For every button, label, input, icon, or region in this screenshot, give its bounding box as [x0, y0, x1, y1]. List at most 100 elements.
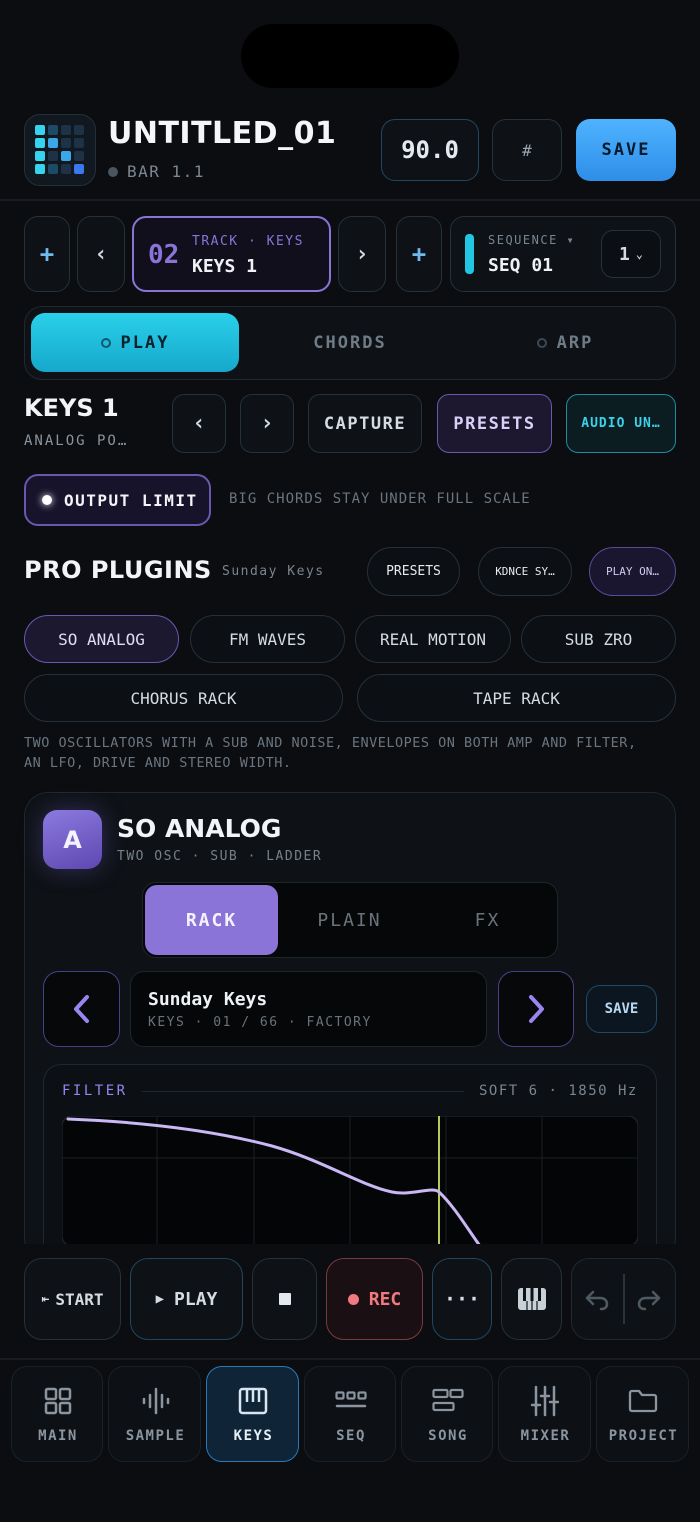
play-dot-icon — [100, 337, 111, 348]
nav-keys-label: KEYS — [233, 1428, 274, 1444]
nav-song-label: SONG — [428, 1428, 468, 1444]
synth-avatar: A — [43, 810, 102, 869]
preset-save-button[interactable]: SAVE — [586, 985, 657, 1033]
redo-icon[interactable] — [636, 1286, 662, 1312]
sequence-name: SEQ 01 — [488, 255, 554, 276]
tab-arp-label: ARP — [556, 332, 594, 353]
tab-rack[interactable]: RACK — [145, 885, 278, 955]
track-number: 02 — [148, 240, 180, 270]
kdnce-chip[interactable]: KDNCE SY… — [478, 547, 572, 596]
capture-button[interactable]: CAPTURE — [308, 394, 422, 453]
waveform-icon — [142, 1387, 170, 1415]
tab-chords[interactable]: CHORDS — [246, 313, 454, 372]
plus-icon: + — [39, 240, 55, 268]
preset-name: Sunday Keys — [148, 989, 268, 1010]
plugin-so-analog[interactable]: SO ANALOG — [24, 615, 179, 663]
next-preset-button[interactable] — [498, 971, 574, 1047]
bar-position: BAR 1.1 — [127, 162, 205, 181]
plugin-chorus-rack[interactable]: CHORUS RACK — [24, 674, 343, 722]
play-icon: ▶ — [155, 1291, 165, 1307]
nav-keys[interactable]: KEYS — [206, 1366, 299, 1462]
filter-curve-graph[interactable] — [62, 1116, 638, 1246]
folder-icon — [628, 1389, 658, 1413]
next-track-button[interactable]: › — [338, 216, 386, 292]
save-button[interactable]: SAVE — [576, 119, 676, 181]
chevron-down-icon: ⌄ — [635, 247, 644, 261]
start-button[interactable]: ⇤ START — [24, 1258, 121, 1340]
presets-button[interactable]: PRESETS — [437, 394, 552, 453]
sequence-color-bar — [465, 234, 474, 274]
sequence-selector[interactable]: SEQUENCE ▾ SEQ 01 1 ⌄ — [450, 216, 676, 292]
tab-plain[interactable]: PLAIN — [282, 885, 417, 955]
nav-song[interactable]: SONG — [401, 1366, 493, 1462]
plugin-sub-zro[interactable]: SUB ZRO — [521, 615, 676, 663]
play-label: PLAY — [174, 1288, 218, 1310]
song-blocks-icon — [432, 1388, 464, 1412]
nav-main[interactable]: MAIN — [11, 1366, 103, 1462]
nav-project-label: PROJECT — [608, 1428, 679, 1444]
nav-sample-label: SAMPLE — [125, 1428, 186, 1444]
piano-icon — [238, 1387, 268, 1415]
plugin-description-line2: AN LFO, DRIVE AND STEREO WIDTH. — [24, 755, 292, 771]
audio-unit-button[interactable]: AUDIO UN… — [566, 394, 676, 453]
nav-project[interactable]: PROJECT — [596, 1366, 689, 1462]
prev-preset-button[interactable] — [43, 971, 120, 1047]
nav-seq[interactable]: SEQ — [304, 1366, 396, 1462]
more-icon: ··· — [443, 1287, 481, 1311]
app-logo[interactable] — [24, 114, 96, 186]
prev-track-button[interactable]: ‹ — [77, 216, 125, 292]
undo-icon[interactable] — [584, 1286, 610, 1312]
tab-fx[interactable]: FX — [420, 885, 555, 955]
preset-meta: KEYS · 01 / 66 · FACTORY — [148, 1015, 372, 1030]
grid-button[interactable]: # — [492, 119, 562, 181]
chevron-right-icon — [529, 995, 544, 1023]
nav-seq-label: SEQ — [336, 1428, 366, 1444]
tab-arp[interactable]: ARP — [461, 313, 669, 372]
play-button[interactable]: ▶ PLAY — [130, 1258, 243, 1340]
filter-header-line — [142, 1091, 464, 1092]
header-divider — [0, 199, 700, 201]
nav-mixer[interactable]: MIXER — [498, 1366, 591, 1462]
stop-button[interactable] — [252, 1258, 317, 1340]
tab-play[interactable]: PLAY — [31, 313, 239, 372]
preset-display[interactable]: Sunday Keys KEYS · 01 / 66 · FACTORY — [130, 971, 487, 1047]
pro-plugins-title: PRO PLUGINS — [24, 556, 212, 584]
arp-dot-icon — [536, 337, 547, 348]
tempo-button[interactable]: 90.0 — [381, 119, 479, 181]
plugin-real-motion[interactable]: REAL MOTION — [355, 615, 511, 663]
synth-name: SO ANALOG — [117, 814, 282, 843]
play-on-chip[interactable]: PLAY ON… — [589, 547, 676, 596]
bottom-nav-divider — [0, 1358, 700, 1360]
sequence-number-select[interactable]: 1 ⌄ — [601, 230, 661, 278]
sequencer-icon — [335, 1391, 367, 1408]
nav-mixer-label: MIXER — [520, 1428, 571, 1444]
keyboard-button[interactable] — [501, 1258, 562, 1340]
add-track-left-button[interactable]: + — [24, 216, 70, 292]
chevron-left-icon: ‹ — [192, 411, 206, 436]
pro-presets-chip[interactable]: PRESETS — [367, 547, 460, 596]
filter-info: SOFT 6 · 1850 Hz — [479, 1083, 638, 1099]
prev-instrument-button[interactable]: ‹ — [172, 394, 226, 453]
plugin-fm-waves[interactable]: FM WAVES — [190, 615, 345, 663]
track-selector[interactable]: 02 TRACK · KEYS KEYS 1 — [132, 216, 331, 292]
project-title[interactable]: UNTITLED_01 — [108, 116, 336, 151]
nav-sample[interactable]: SAMPLE — [108, 1366, 201, 1462]
synth-subtitle: TWO OSC · SUB · LADDER — [117, 849, 323, 864]
instrument-subtitle: ANALOG PO… — [24, 433, 129, 449]
output-limit-hint: BIG CHORDS STAY UNDER FULL SCALE — [229, 491, 531, 507]
track-meta: TRACK · KEYS — [192, 234, 304, 249]
more-button[interactable]: ··· — [432, 1258, 492, 1340]
chevron-left-icon: ‹ — [94, 241, 108, 267]
sequence-number: 1 — [618, 243, 630, 265]
add-track-right-button[interactable]: + — [396, 216, 442, 292]
undo-redo-divider — [623, 1274, 625, 1324]
tab-play-label: PLAY — [120, 332, 170, 353]
plugin-description-line1: TWO OSCILLATORS WITH A SUB AND NOISE, EN… — [24, 735, 637, 751]
sequence-label: SEQUENCE ▾ — [488, 233, 576, 247]
record-button[interactable]: REC — [326, 1258, 423, 1340]
chevron-right-icon: › — [260, 411, 274, 436]
next-instrument-button[interactable]: › — [240, 394, 294, 453]
output-limit-toggle[interactable]: OUTPUT LIMIT — [24, 474, 211, 526]
piano-icon — [517, 1288, 546, 1310]
plugin-tape-rack[interactable]: TAPE RACK — [357, 674, 676, 722]
